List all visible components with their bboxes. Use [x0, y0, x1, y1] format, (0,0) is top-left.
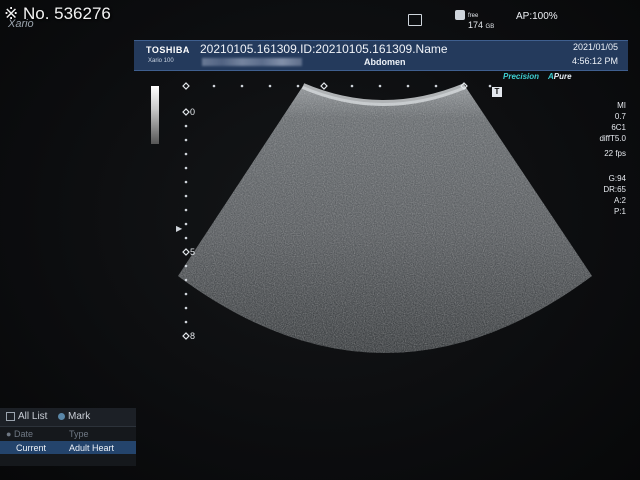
sort-dot-icon: ●: [6, 429, 12, 439]
scan-parameters: MI 0.7 6C1 diffT5.0 22 fps G:94 DR:65 A:…: [599, 100, 626, 217]
column-date[interactable]: ● Date: [6, 429, 33, 439]
ultrasound-screen: ※ No. 536276 Xario free 174 GB AP:100% T…: [0, 0, 640, 480]
row-date: Current: [16, 443, 47, 453]
depth-label-8: 8: [190, 331, 196, 341]
focus-marker-icon: ▶: [176, 224, 183, 233]
row-type: Adult Heart: [69, 443, 115, 453]
a-value: A:2: [613, 196, 626, 205]
mi-value: 0.7: [614, 112, 626, 121]
frame-rate: 22 fps: [604, 149, 626, 158]
mark-dot-icon: [58, 412, 65, 420]
probe-name: 6C1: [611, 123, 626, 132]
gain-value: G:94: [608, 174, 626, 183]
mi-label: MI: [617, 101, 626, 110]
lateral-scale-dots: [212, 84, 492, 88]
checkbox-icon: [6, 411, 15, 421]
column-type[interactable]: Type: [69, 429, 89, 439]
preset-name: diffT5.0: [599, 134, 626, 143]
tab-mark[interactable]: Mark: [58, 411, 90, 422]
tab-all-list[interactable]: All List: [6, 411, 47, 422]
orientation-t-icon: T: [492, 87, 502, 97]
speckle-texture: [178, 86, 592, 353]
list-tabs: All List Mark: [0, 408, 136, 427]
dynamic-range: DR:65: [603, 185, 626, 194]
p-value: P:1: [613, 207, 626, 216]
depth-label-0: 0: [190, 107, 196, 117]
study-list-panel: All List Mark ● Date Type Current Adult …: [0, 408, 136, 466]
depth-scale-dots: [184, 124, 188, 324]
depth-label-5: 5: [190, 247, 196, 257]
